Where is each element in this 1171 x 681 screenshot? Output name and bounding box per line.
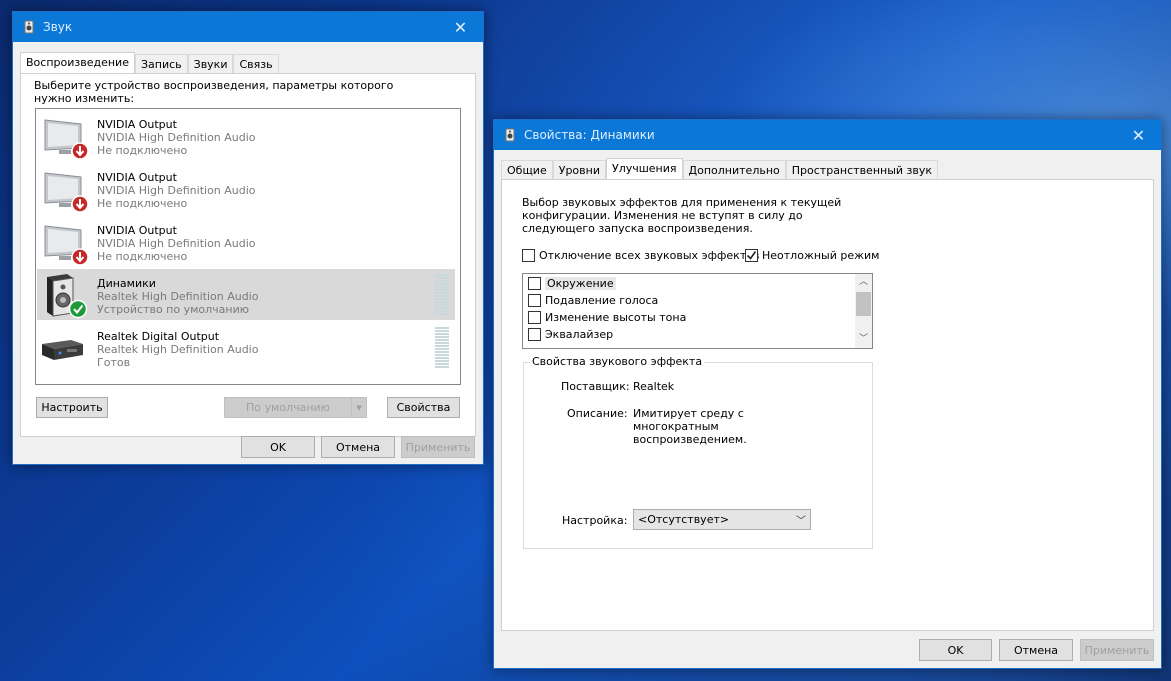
- device-item[interactable]: NVIDIA Output NVIDIA High Definition Aud…: [37, 163, 455, 214]
- speaker-properties-dialog: Свойства: Динамики ✕ Общие Уровни Улучше…: [493, 119, 1162, 669]
- device-item[interactable]: Realtek Digital Output Realtek High Defi…: [37, 322, 455, 373]
- device-name: Realtek Digital Output: [97, 330, 220, 343]
- effect-item[interactable]: Окружение: [528, 277, 616, 290]
- properties-apply-button[interactable]: Применить: [1080, 639, 1154, 661]
- effect-item[interactable]: Эквалайзер: [528, 328, 613, 341]
- chevron-down-icon[interactable]: ﹀: [855, 331, 872, 348]
- checkbox-unchecked-icon[interactable]: [528, 277, 541, 290]
- description-value: Имитирует среду с многократным воспроизв…: [633, 407, 747, 446]
- enhancements-description: Выбор звуковых эффектов для применения к…: [522, 196, 842, 235]
- effect-label: Изменение высоты тона: [545, 311, 687, 324]
- device-driver: Realtek High Definition Audio: [97, 343, 259, 356]
- tab-spatial-sound[interactable]: Пространственный звук: [785, 160, 939, 180]
- effects-list[interactable]: Окружение Подавление голоса Изменение вы…: [522, 273, 873, 349]
- device-status: Устройство по умолчанию: [97, 303, 250, 316]
- checkbox-checked-icon[interactable]: [745, 249, 758, 262]
- device-status: Не подключено: [97, 250, 188, 263]
- tab-levels[interactable]: Уровни: [552, 160, 606, 180]
- device-driver: NVIDIA High Definition Audio: [97, 237, 256, 250]
- volume-meter: [435, 274, 449, 316]
- set-default-split-button[interactable]: По умолчанию ▾: [224, 397, 367, 418]
- properties-dialog-title: Свойства: Динамики: [524, 128, 655, 142]
- sound-apply-button[interactable]: Применить: [401, 436, 475, 458]
- device-driver: Realtek High Definition Audio: [97, 290, 259, 303]
- properties-cancel-button[interactable]: Отмена: [999, 639, 1073, 661]
- device-driver: NVIDIA High Definition Audio: [97, 184, 256, 197]
- description-label: Описание:: [567, 407, 628, 420]
- checkbox-unchecked-icon[interactable]: [528, 328, 541, 341]
- setting-label: Настройка:: [562, 514, 628, 527]
- provider-label: Поставщик:: [561, 380, 630, 393]
- chevron-down-icon: ﹀: [796, 516, 806, 527]
- provider-value: Realtek: [633, 380, 675, 393]
- device-item[interactable]: NVIDIA Output NVIDIA High Definition Aud…: [37, 110, 455, 161]
- immediate-mode-label: Неотложный режим: [762, 249, 880, 262]
- properties-dialog-titlebar[interactable]: Свойства: Динамики ✕: [494, 120, 1161, 150]
- device-item-selected[interactable]: Динамики Realtek High Definition Audio У…: [37, 269, 455, 320]
- disable-all-effects-label: Отключение всех звуковых эффектов: [539, 249, 760, 262]
- setting-dropdown-value: <Отсутствует>: [638, 513, 730, 526]
- device-name: Динамики: [97, 277, 156, 290]
- volume-meter: [435, 327, 449, 369]
- device-status: Готов: [97, 356, 131, 369]
- effect-label: Подавление голоса: [545, 294, 659, 307]
- properties-dialog-close-icon[interactable]: ✕: [1116, 120, 1161, 150]
- properties-ok-button[interactable]: OK: [919, 639, 992, 661]
- device-name: NVIDIA Output: [97, 118, 177, 131]
- sound-dialog: Звук ✕ Воспроизведение Запись Звуки Связ…: [12, 11, 484, 465]
- monitor-disconnected-icon: [37, 110, 97, 161]
- monitor-disconnected-icon: [37, 163, 97, 214]
- immediate-mode-checkbox[interactable]: Неотложный режим: [745, 249, 879, 262]
- configure-button[interactable]: Настроить: [36, 397, 108, 418]
- effect-properties-legend: Свойства звукового эффекта: [530, 355, 705, 368]
- tab-general[interactable]: Общие: [501, 160, 553, 180]
- sound-dialog-titlebar[interactable]: Звук ✕: [13, 12, 483, 42]
- effect-label: Окружение: [545, 277, 616, 290]
- chevron-up-icon[interactable]: ︿: [855, 274, 872, 291]
- tab-enhancements[interactable]: Улучшения: [605, 158, 683, 180]
- checkbox-unchecked-icon[interactable]: [528, 311, 541, 324]
- enhancements-panel: Выбор звуковых эффектов для применения к…: [501, 179, 1154, 631]
- disable-all-effects-checkbox[interactable]: Отключение всех звуковых эффектов: [522, 249, 759, 262]
- setting-dropdown[interactable]: <Отсутствует> ﹀: [633, 509, 811, 530]
- device-list[interactable]: NVIDIA Output NVIDIA High Definition Aud…: [35, 108, 461, 385]
- digital-output-icon: [37, 322, 97, 373]
- scrollbar-thumb[interactable]: [856, 292, 871, 316]
- speaker-app-icon: [502, 127, 518, 143]
- device-name: NVIDIA Output: [97, 224, 177, 237]
- effect-item[interactable]: Подавление голоса: [528, 294, 658, 307]
- effect-label: Эквалайзер: [545, 328, 614, 341]
- sound-dialog-title: Звук: [43, 20, 73, 34]
- effects-scrollbar[interactable]: ︿ ﹀: [855, 274, 872, 348]
- speaker-default-icon: [37, 269, 97, 320]
- playback-instruction: Выберите устройство воспроизведения, пар…: [34, 79, 394, 105]
- device-status: Не подключено: [97, 144, 188, 157]
- sound-ok-button[interactable]: OK: [241, 436, 315, 458]
- device-driver: NVIDIA High Definition Audio: [97, 131, 256, 144]
- device-status: Не подключено: [97, 197, 188, 210]
- set-default-chevron-down-icon[interactable]: ▾: [352, 397, 367, 418]
- playback-panel: Выберите устройство воспроизведения, пар…: [20, 73, 476, 437]
- effect-item[interactable]: Изменение высоты тона: [528, 311, 686, 324]
- tab-playback[interactable]: Воспроизведение: [20, 52, 135, 74]
- effect-properties-group: Свойства звукового эффекта Поставщик: Re…: [523, 355, 873, 549]
- speaker-app-icon: [21, 19, 37, 35]
- tab-recording[interactable]: Запись: [134, 54, 188, 74]
- checkbox-unchecked-icon[interactable]: [522, 249, 535, 262]
- set-default-button[interactable]: По умолчанию: [224, 397, 352, 418]
- properties-button[interactable]: Свойства: [387, 397, 460, 418]
- monitor-disconnected-icon: [37, 216, 97, 267]
- tab-communications[interactable]: Связь: [233, 54, 279, 74]
- tab-advanced[interactable]: Дополнительно: [682, 160, 786, 180]
- checkbox-unchecked-icon[interactable]: [528, 294, 541, 307]
- device-item[interactable]: NVIDIA Output NVIDIA High Definition Aud…: [37, 216, 455, 267]
- sound-cancel-button[interactable]: Отмена: [321, 436, 395, 458]
- device-name: NVIDIA Output: [97, 171, 177, 184]
- tab-sounds[interactable]: Звуки: [187, 54, 234, 74]
- sound-dialog-close-icon[interactable]: ✕: [438, 12, 483, 42]
